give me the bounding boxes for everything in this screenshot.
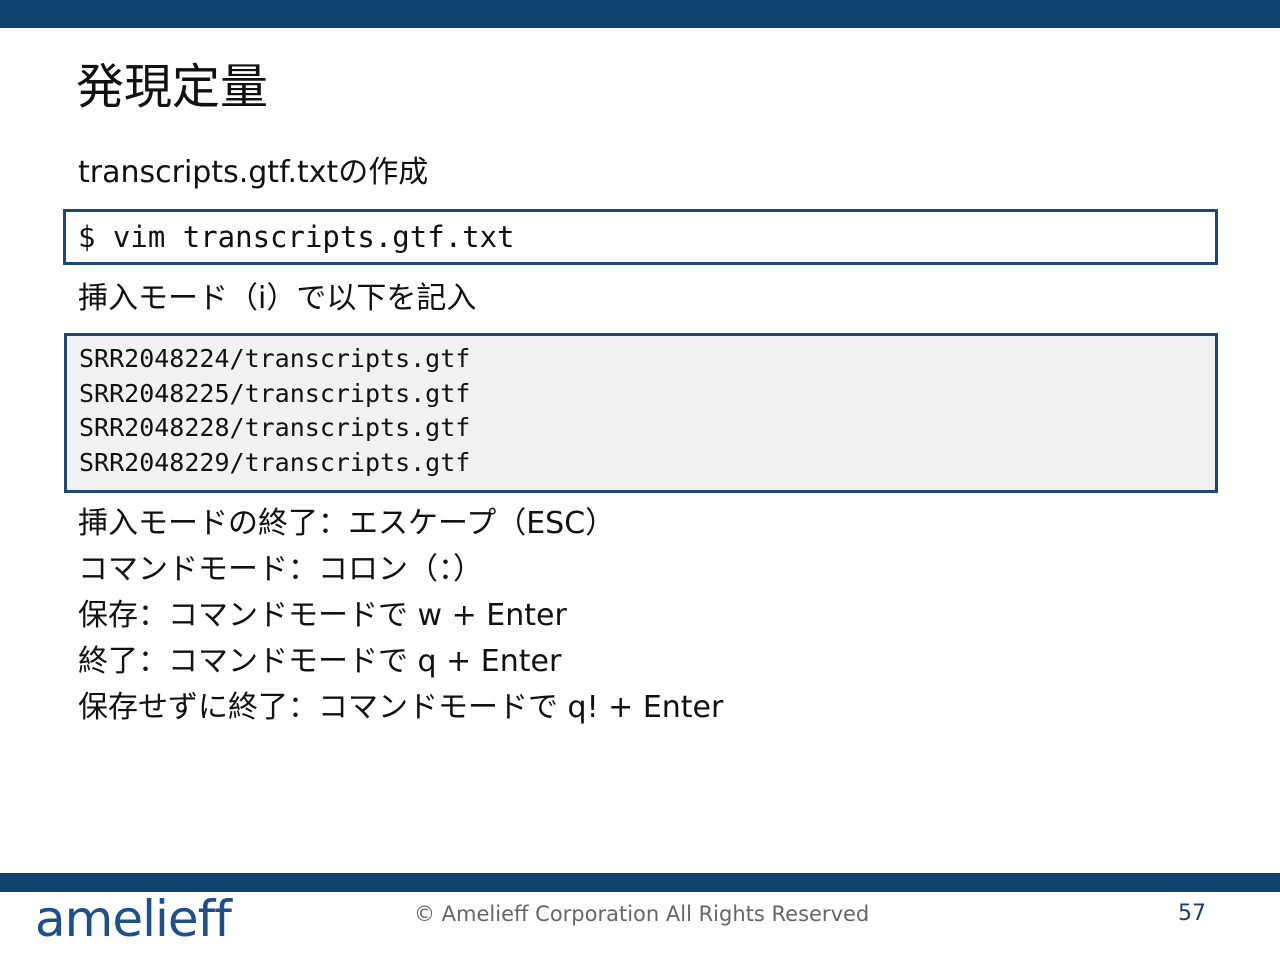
code-box: SRR2048224/transcripts.gtf SRR2048225/tr… (64, 333, 1218, 493)
note-line: 終了：コマンドモードで q + Enter (78, 644, 562, 679)
command-box: $ vim transcripts.gtf.txt (63, 209, 1218, 265)
insert-instruction: 挿入モード（i）で以下を記入 (78, 281, 477, 316)
slide-title: 発現定量 (76, 59, 269, 115)
code-line: SRR2048224/transcripts.gtf (79, 344, 471, 373)
slide-subtitle: transcripts.gtf.txtの作成 (78, 155, 429, 190)
code-line: SRR2048225/transcripts.gtf (79, 378, 471, 408)
page-number: 57 (1178, 901, 1206, 926)
note-line: 挿入モードの終了：エスケープ（ESC） (78, 506, 616, 541)
top-brand-bar (0, 0, 1280, 28)
note-line: コマンドモード：コロン（：） (78, 552, 483, 587)
command-text: $ vim transcripts.gtf.txt (78, 220, 515, 254)
note-line: 保存：コマンドモードで w + Enter (78, 598, 567, 633)
code-line: SRR2048228/transcripts.gtf (79, 413, 471, 442)
code-lines: SRR2048224/transcripts.gtf SRR2048225/tr… (79, 342, 470, 480)
note-line: 保存せずに終了：コマンドモードで q! + Enter (78, 690, 724, 725)
copyright-text: © Amelieff Corporation All Rights Reserv… (414, 902, 870, 926)
amelieff-logo: amelieff (35, 890, 232, 948)
code-line: SRR2048229/transcripts.gtf (79, 447, 471, 477)
